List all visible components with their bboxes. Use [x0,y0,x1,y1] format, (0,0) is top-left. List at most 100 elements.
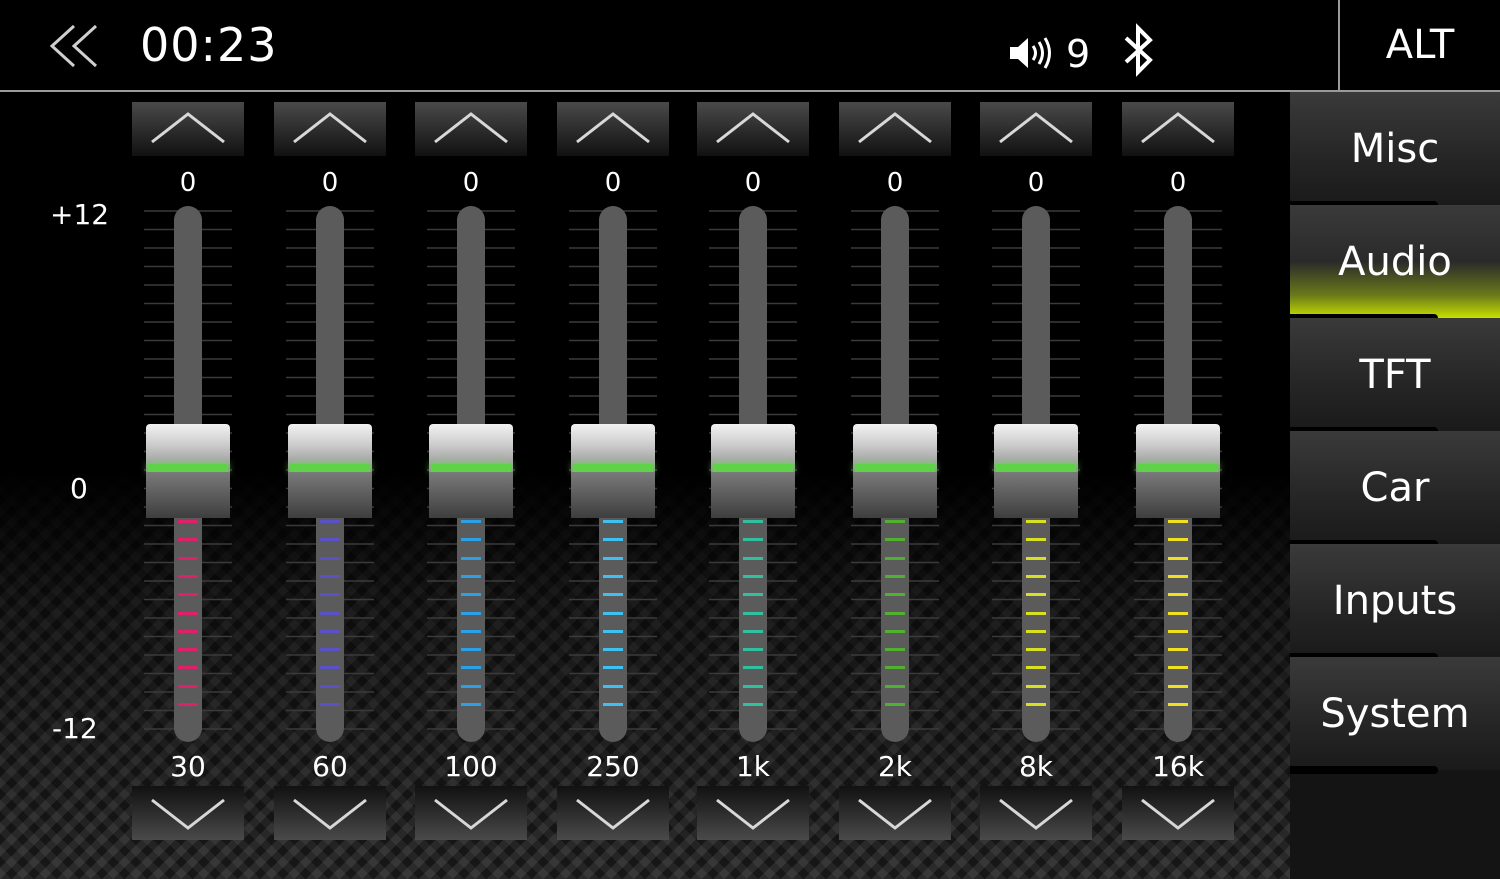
eq-level-segment [603,574,623,578]
eq-slider-knob[interactable] [994,424,1078,518]
eq-up-button-2k[interactable] [839,102,951,156]
eq-down-button-16k[interactable] [1122,786,1234,840]
eq-slider-knob[interactable] [711,424,795,518]
menu-item-inputs[interactable]: Inputs [1290,544,1500,657]
eq-level-segment [461,648,481,652]
eq-level-segment [178,703,198,706]
eq-level-segment [603,629,623,633]
eq-level-segment [461,629,481,633]
eq-level-segment [178,593,198,597]
eq-down-button-30[interactable] [132,786,244,840]
eq-level-segment [320,629,340,633]
eq-level-segment [178,666,198,670]
chevron-up-icon [293,112,367,144]
scale-middle-label: 0 [70,472,88,505]
eq-slider-knob[interactable] [1136,424,1220,518]
chevron-up-icon [716,112,790,144]
chevron-up-icon [858,112,932,144]
eq-level-segment [461,520,481,523]
eq-down-button-8k[interactable] [980,786,1092,840]
chevron-down-icon [716,798,790,830]
eq-slider-knob[interactable] [288,424,372,518]
eq-band-value: 0 [179,168,197,198]
knob-base [1136,472,1220,518]
menu-item-car[interactable]: Car [1290,431,1500,544]
eq-level-segment [603,556,623,560]
eq-up-button-8k[interactable] [980,102,1092,156]
eq-level-segment [743,648,763,652]
eq-level-segment [743,538,763,542]
menu-item-label: Audio [1338,238,1452,285]
chevron-up-icon [434,112,508,144]
eq-band-frequency: 250 [586,750,640,783]
knob-indicator [290,464,370,472]
knob-indicator [855,464,935,472]
back-button[interactable] [44,22,104,70]
eq-slider-knob[interactable] [853,424,937,518]
eq-level-segment [1026,520,1046,523]
chevron-down-icon [1141,798,1215,830]
bluetooth-icon [1124,23,1153,77]
eq-up-button-60[interactable] [274,102,386,156]
menu-item-audio[interactable]: Audio [1290,205,1500,318]
volume-level: 9 [1066,32,1091,76]
eq-down-button-2k[interactable] [839,786,951,840]
eq-down-button-1k[interactable] [697,786,809,840]
eq-level-segment [603,538,623,542]
eq-level-segment [885,629,905,633]
eq-level-segment [320,574,340,578]
knob-indicator [1138,464,1218,472]
eq-level-segment [743,629,763,633]
eq-level-segment [461,666,481,670]
eq-level-segment [743,520,763,523]
eq-slider-knob[interactable] [429,424,513,518]
eq-level-segment [885,684,905,688]
eq-up-button-30[interactable] [132,102,244,156]
eq-level-segment [320,611,340,615]
eq-level-segment [885,574,905,578]
eq-level-segment [461,574,481,578]
eq-level-segment [461,538,481,542]
eq-up-button-16k[interactable] [1122,102,1234,156]
menu-item-system[interactable]: System [1290,657,1500,770]
chevron-down-icon [293,798,367,830]
eq-level-segment [461,593,481,597]
eq-band-1k: 0 1k [697,102,809,842]
eq-level-segment [743,684,763,688]
eq-level-segment [320,593,340,597]
knob-base [711,472,795,518]
eq-band-frequency: 100 [444,750,498,783]
menu-item-tft[interactable]: TFT [1290,318,1500,431]
knob-indicator [431,464,511,472]
eq-level-segment [743,574,763,578]
eq-slider-knob[interactable] [146,424,230,518]
menu-item-label: Car [1360,464,1430,511]
eq-up-button-100[interactable] [415,102,527,156]
menu-item-label: TFT [1359,351,1431,398]
eq-level-segment [885,648,905,652]
eq-down-button-250[interactable] [557,786,669,840]
eq-up-button-1k[interactable] [697,102,809,156]
eq-level-segment [743,703,763,706]
eq-level-segment [178,574,198,578]
knob-indicator [573,464,653,472]
volume-icon [1010,37,1051,69]
knob-base [571,472,655,518]
eq-level-segment [1168,684,1188,688]
alt-button[interactable]: ALT [1338,0,1500,90]
eq-down-button-60[interactable] [274,786,386,840]
eq-level-segment [603,648,623,652]
knob-base [853,472,937,518]
eq-level-segment [461,611,481,615]
eq-up-button-250[interactable] [557,102,669,156]
menu-item-misc[interactable]: Misc [1290,92,1500,205]
eq-level-segment [885,556,905,560]
eq-level-segment [1026,648,1046,652]
chevron-up-icon [999,112,1073,144]
menu-item-label: Inputs [1332,577,1458,624]
eq-band-value: 0 [886,168,904,198]
eq-level-segment [178,684,198,688]
eq-down-button-100[interactable] [415,786,527,840]
eq-slider-knob[interactable] [571,424,655,518]
eq-band-250: 0 250 [557,102,669,842]
